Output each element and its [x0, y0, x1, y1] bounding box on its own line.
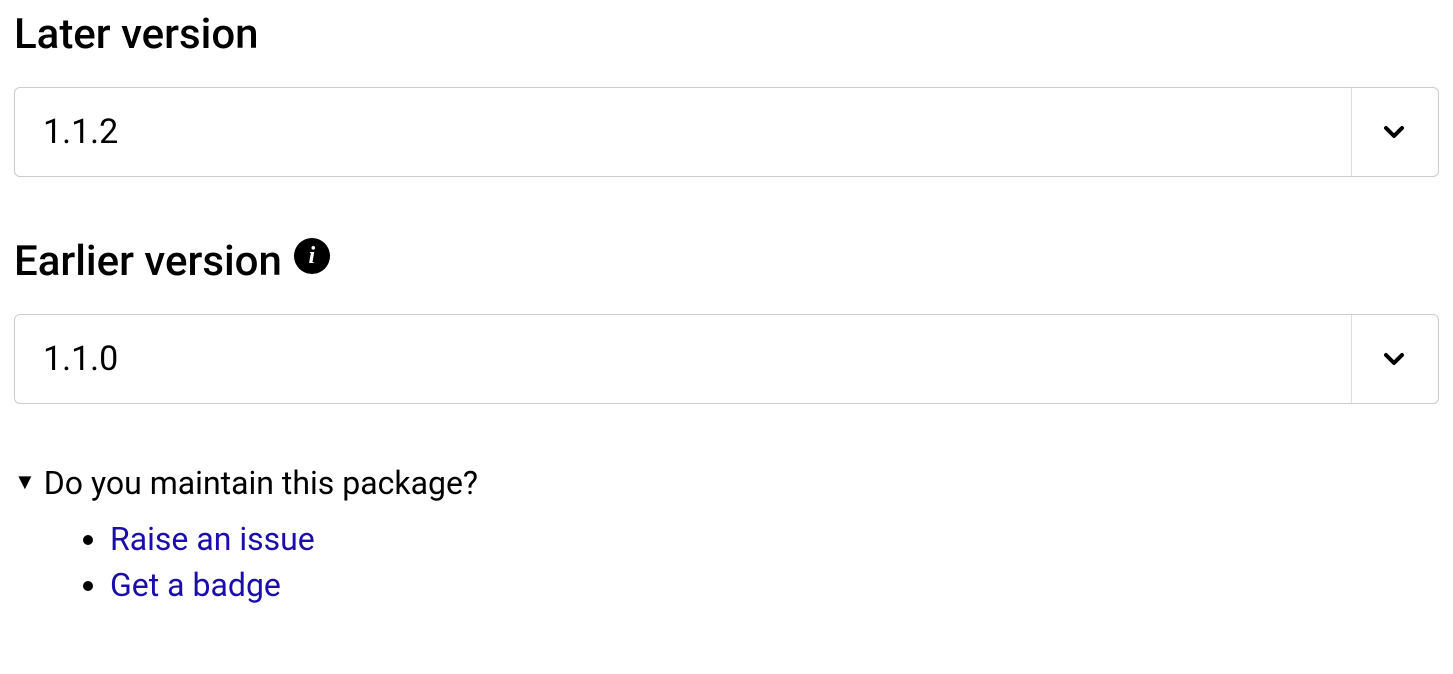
earlier-version-value: 1.1.0 — [43, 339, 118, 379]
maintainer-details-toggle[interactable]: ▼ Do you maintain this package? — [14, 464, 1439, 502]
chevron-down-icon — [1351, 315, 1410, 403]
earlier-version-heading-text: Earlier version — [14, 237, 282, 286]
disclosure-triangle-icon: ▼ — [14, 472, 36, 494]
later-version-value: 1.1.2 — [43, 112, 118, 152]
maintainer-summary-text: Do you maintain this package? — [44, 464, 478, 502]
get-badge-link[interactable]: Get a badge — [110, 566, 281, 604]
list-item: Raise an issue — [110, 520, 1439, 558]
list-item: Get a badge — [110, 566, 1439, 604]
maintainer-links-list: Raise an issue Get a badge — [14, 520, 1439, 604]
earlier-version-heading: Earlier version i — [14, 237, 1439, 286]
later-version-select[interactable]: 1.1.2 — [14, 87, 1439, 177]
info-icon[interactable]: i — [294, 238, 330, 274]
chevron-down-icon — [1351, 88, 1410, 176]
later-version-heading-text: Later version — [14, 10, 259, 59]
raise-issue-link[interactable]: Raise an issue — [110, 520, 315, 558]
earlier-version-select[interactable]: 1.1.0 — [14, 314, 1439, 404]
later-version-heading: Later version — [14, 10, 1439, 59]
